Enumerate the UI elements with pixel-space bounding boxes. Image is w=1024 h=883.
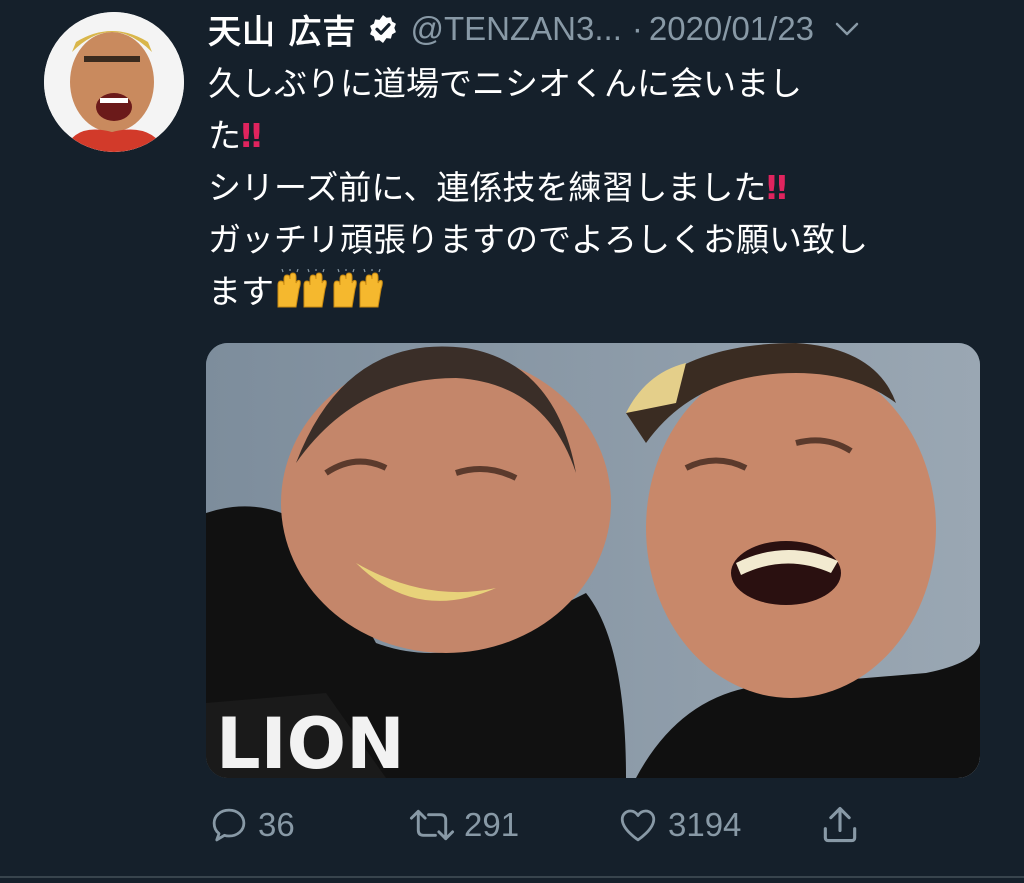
- chevron-down-icon[interactable]: [832, 14, 862, 44]
- tweet-photo[interactable]: LION: [206, 343, 980, 778]
- reply-count: 36: [258, 806, 295, 843]
- reply-button[interactable]: 36: [208, 800, 295, 850]
- share-button[interactable]: [818, 800, 870, 850]
- like-button[interactable]: 3194: [616, 800, 741, 850]
- text-line-1: 久しぶりに道場でニシオくんに会いまし: [208, 64, 802, 103]
- double-exclamation-emoji: ‼: [766, 168, 787, 207]
- text-line-5-content: ます: [208, 272, 274, 311]
- raising-hands-emoji: [274, 268, 330, 324]
- text-line-2-content: た: [208, 116, 241, 155]
- text-line-3: シリーズ前に、連係技を練習しました‼: [208, 162, 988, 214]
- avatar[interactable]: [44, 12, 184, 152]
- heart-icon: [620, 809, 656, 842]
- text-line-5: ます: [208, 266, 988, 324]
- tweet: 天山 広吉 @TENZAN3... · 2020/01/23 久しぶりに道場でニ…: [0, 0, 1024, 883]
- avatar-image: [44, 12, 184, 152]
- text-line-3-content: シリーズ前に、連係技を練習しました: [208, 168, 767, 207]
- photo-image: LION: [206, 343, 980, 778]
- raising-hands-emoji: [330, 268, 386, 324]
- svg-text:LION: LION: [216, 703, 405, 778]
- verified-badge-icon: [367, 13, 399, 45]
- display-name[interactable]: 天山 広吉: [208, 5, 357, 53]
- retweet-count: 291: [464, 806, 520, 843]
- divider: [0, 876, 1024, 878]
- handle[interactable]: @TENZAN3...: [411, 10, 622, 48]
- tweet-date[interactable]: 2020/01/23: [649, 10, 814, 48]
- text-line-4: ガッチリ頑張りますのでよろしくお願い致し: [208, 220, 868, 259]
- reply-icon: [212, 808, 246, 842]
- share-icon: [823, 806, 857, 843]
- separator-dot: ·: [631, 10, 643, 47]
- retweet-button[interactable]: 291: [408, 800, 519, 850]
- tweet-actions: 36 291 3194: [208, 800, 908, 850]
- double-exclamation-emoji: ‼: [241, 116, 262, 155]
- like-count: 3194: [668, 806, 742, 843]
- tweet-text: 久しぶりに道場でニシオくんに会いまし た‼ シリーズ前に、連係技を練習しました‼…: [208, 58, 988, 324]
- tweet-header: 天山 広吉 @TENZAN3... · 2020/01/23: [208, 6, 988, 52]
- retweet-icon: [409, 809, 455, 841]
- text-line-2: た‼: [208, 110, 988, 162]
